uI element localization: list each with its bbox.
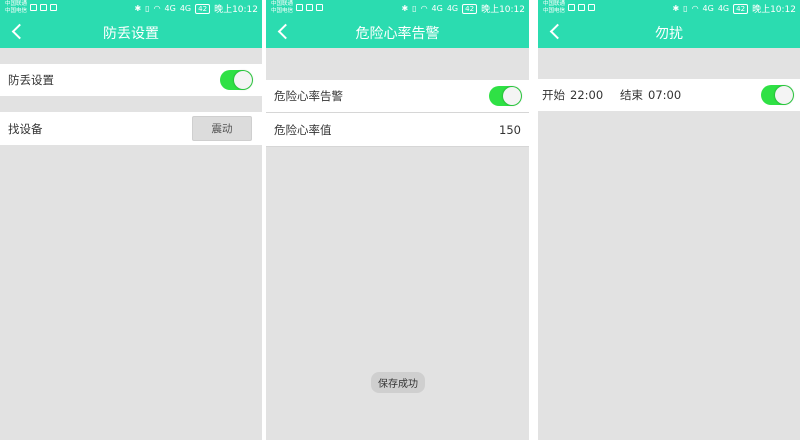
notification-icon: [296, 4, 303, 11]
signal-2: 4G: [179, 4, 192, 13]
carrier-line-2: 中国电信: [5, 7, 28, 14]
notification-icon: [578, 4, 585, 11]
vibrate-icon: ▯: [412, 4, 417, 13]
anti-loss-row: 防丢设置: [0, 64, 262, 96]
signal-1: 4G: [164, 4, 176, 13]
status-bar: 中国联通 中国电信 ✱ ▯ ◠ 4G 4G 42 晚上10:12: [538, 0, 800, 16]
start-label: 开始: [542, 88, 565, 102]
anti-loss-toggle[interactable]: [220, 70, 253, 90]
signal-2: 4G: [717, 4, 730, 13]
wifi-icon: ◠: [153, 4, 161, 13]
battery-icon: 42: [195, 3, 211, 14]
end-time[interactable]: 07:00: [648, 88, 681, 102]
dnd-schedule-row[interactable]: 开始 22:00 结束 07:00: [538, 79, 800, 111]
heart-rate-alarm-screen: 中国联通 中国电信 ✱ ▯ ◠ 4G 4G 42 晚上10:12 危险心率告警: [266, 0, 529, 440]
carrier-line-1: 中国联通: [5, 1, 28, 7]
heart-rate-alarm-label: 危险心率告警: [274, 89, 343, 103]
title-bar: 防丢设置: [0, 16, 262, 48]
do-not-disturb-screen: 中国联通 中国电信 ✱ ▯ ◠ 4G 4G 42 晚上10:12 勿扰 开始 2…: [538, 0, 800, 440]
notification-icons: [296, 4, 323, 11]
heart-rate-alarm-toggle[interactable]: [489, 86, 522, 106]
dnd-toggle[interactable]: [761, 85, 794, 105]
status-bar: 中国联通 中国电信 ✱ ▯ ◠ 4G 4G 42 晚上10:12: [0, 0, 262, 16]
wifi-icon: ◠: [420, 4, 428, 13]
bluetooth-icon: ✱: [134, 4, 142, 13]
system-icons: ✱ ▯ ◠ 4G 4G 42 晚上10:12: [134, 2, 258, 15]
system-icons: ✱ ▯ ◠ 4G 4G 42 晚上10:12: [401, 2, 525, 15]
row-divider: [266, 146, 529, 147]
clock: 晚上10:12: [752, 5, 796, 15]
notification-icon: [568, 4, 575, 11]
battery-icon: 42: [462, 3, 478, 14]
carrier-line-2: 中国电信: [543, 7, 566, 14]
bluetooth-icon: ✱: [401, 4, 409, 13]
notification-icon: [316, 4, 323, 11]
carrier-line-1: 中国联通: [271, 1, 294, 7]
carrier-info: 中国联通 中国电信: [543, 1, 565, 14]
toggle-knob: [775, 86, 793, 104]
status-bar: 中国联通 中国电信 ✱ ▯ ◠ 4G 4G 42 晚上10:12: [266, 0, 529, 16]
carrier-info: 中国联通 中国电信: [5, 1, 27, 14]
notification-icon: [40, 4, 47, 11]
page-title: 危险心率告警: [355, 26, 440, 42]
anti-loss-label: 防丢设置: [8, 73, 54, 87]
notification-icons: [30, 4, 57, 11]
save-success-toast: 保存成功: [371, 372, 425, 393]
notification-icon: [588, 4, 595, 11]
vibrate-icon: ▯: [683, 4, 688, 13]
title-bar: 勿扰: [538, 16, 800, 48]
vibrate-button[interactable]: 震动: [192, 116, 252, 141]
heart-rate-value-row[interactable]: 危险心率值 150: [266, 113, 529, 146]
heart-rate-value: 150: [499, 122, 521, 137]
bluetooth-icon: ✱: [672, 4, 680, 13]
toggle-knob: [234, 71, 252, 89]
carrier-line-2: 中国电信: [271, 7, 294, 14]
notification-icon: [30, 4, 37, 11]
start-time[interactable]: 22:00: [570, 88, 603, 102]
page-title: 防丢设置: [103, 26, 159, 42]
clock: 晚上10:12: [481, 5, 525, 15]
toggle-knob: [503, 87, 521, 105]
signal-1: 4G: [702, 4, 714, 13]
system-icons: ✱ ▯ ◠ 4G 4G 42 晚上10:12: [672, 2, 796, 15]
anti-loss-screen: 中国联通 中国电信 ✱ ▯ ◠ 4G 4G 42 晚上10:12 防丢设置 防丢…: [0, 0, 262, 440]
page-title: 勿扰: [655, 26, 683, 42]
find-device-row: 找设备 震动: [0, 112, 262, 145]
heart-rate-value-label: 危险心率值: [274, 122, 332, 137]
notification-icon: [306, 4, 313, 11]
clock: 晚上10:12: [214, 5, 258, 15]
three-screenshots: 中国联通 中国电信 ✱ ▯ ◠ 4G 4G 42 晚上10:12 防丢设置 防丢…: [0, 0, 800, 440]
notification-icon: [50, 4, 57, 11]
wifi-icon: ◠: [691, 4, 699, 13]
end-label: 结束: [620, 88, 643, 102]
signal-1: 4G: [431, 4, 443, 13]
carrier-info: 中国联通 中国电信: [271, 1, 293, 14]
battery-icon: 42: [733, 3, 749, 14]
find-device-label: 找设备: [8, 121, 43, 136]
title-bar: 危险心率告警: [266, 16, 529, 48]
carrier-line-1: 中国联通: [543, 1, 566, 7]
heart-rate-alarm-row: 危险心率告警: [266, 80, 529, 112]
notification-icons: [568, 4, 595, 11]
signal-2: 4G: [446, 4, 459, 13]
vibrate-icon: ▯: [145, 4, 150, 13]
